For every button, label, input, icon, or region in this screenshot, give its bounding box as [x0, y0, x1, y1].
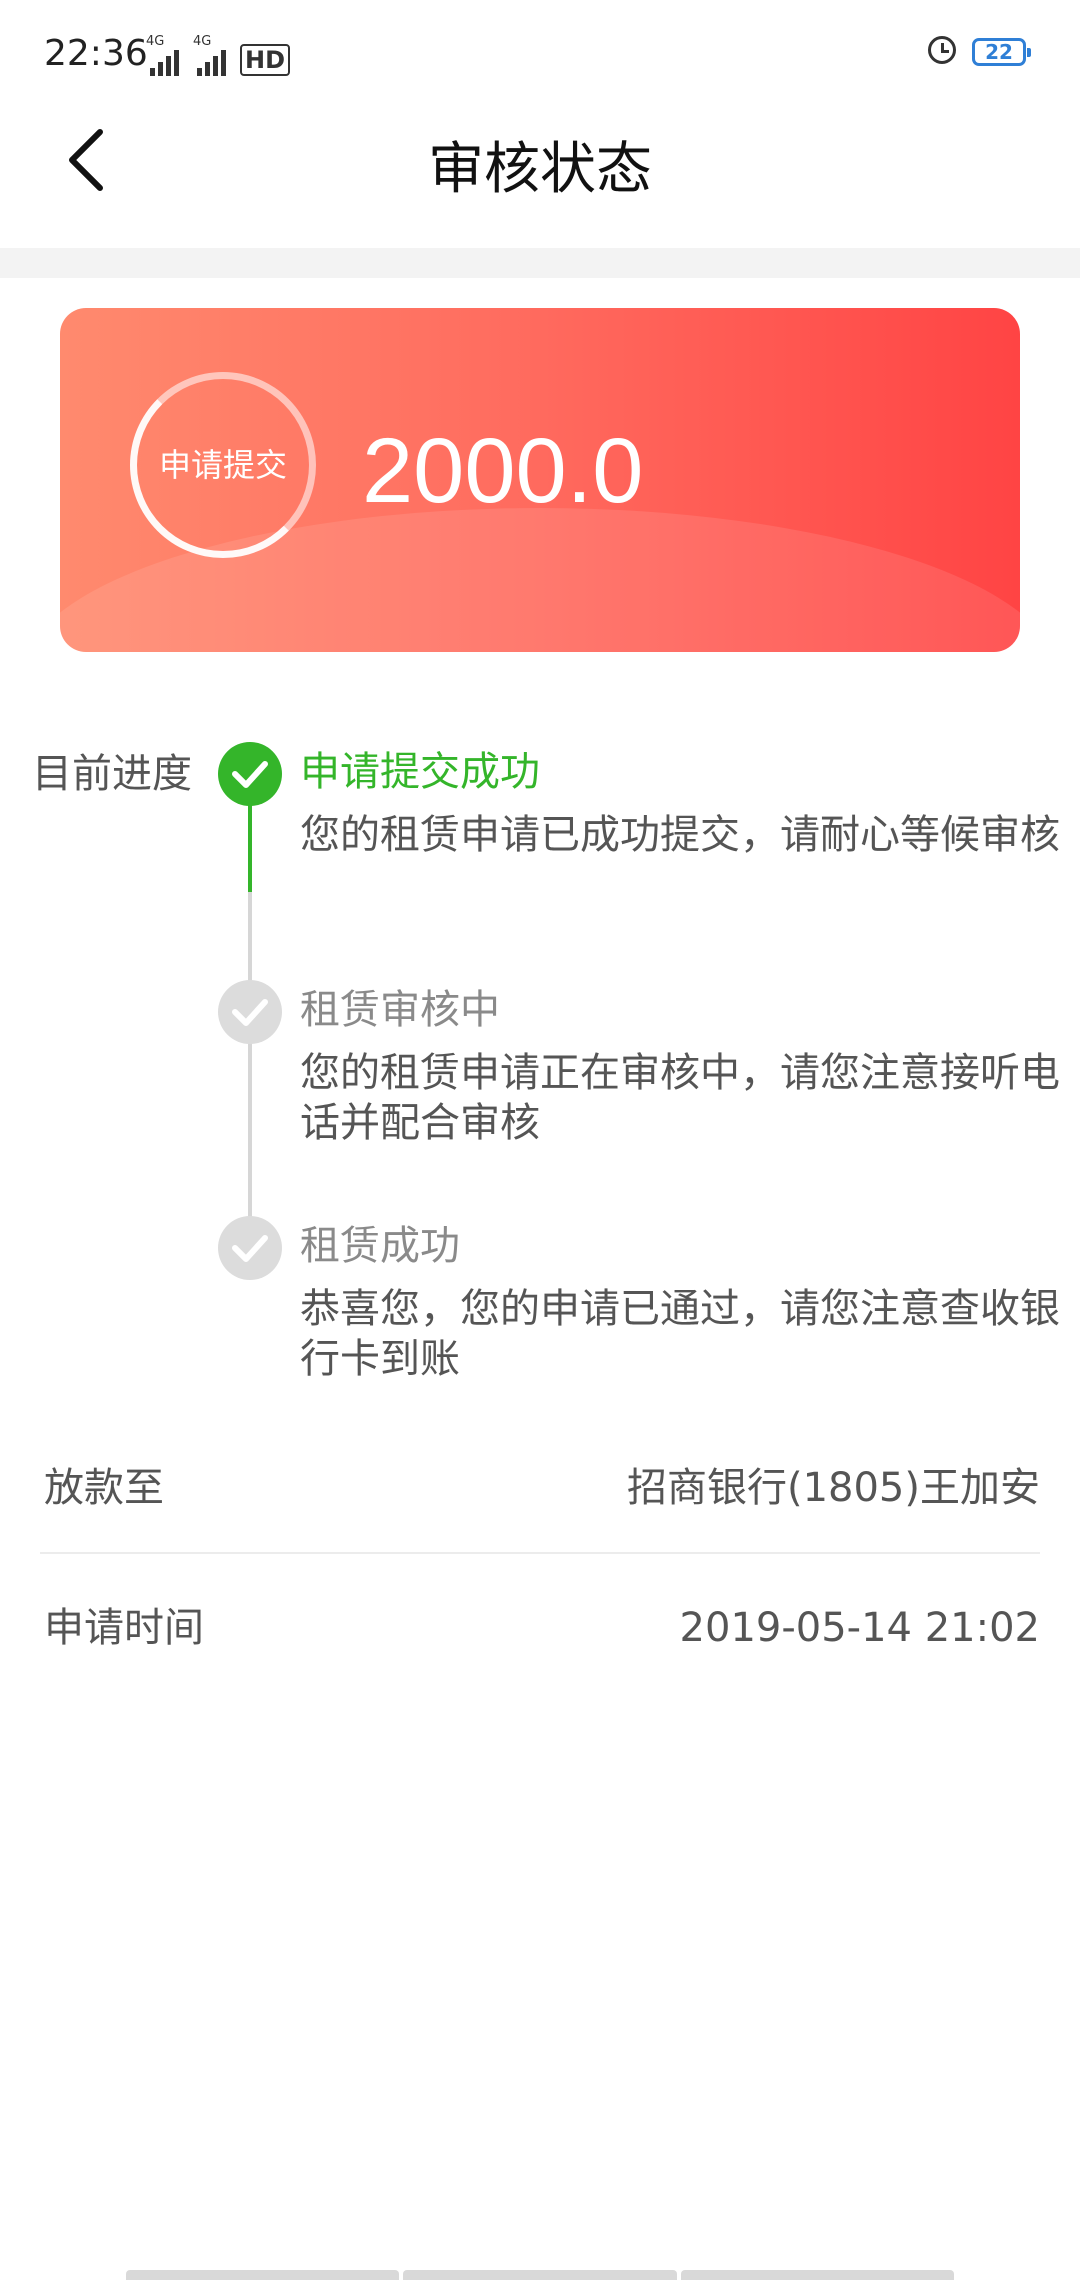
divider — [40, 1552, 1040, 1554]
payout-row: 放款至 招商银行(1805)王加安 — [40, 1440, 1040, 1536]
check-circle-icon — [218, 742, 282, 806]
step-title: 租赁审核中 — [300, 987, 500, 1033]
step-title: 租赁成功 — [300, 1223, 460, 1269]
step-description: 您的租赁申请已成功提交，请耐心等候审核 — [300, 812, 1060, 858]
battery-icon: 22 — [972, 38, 1031, 66]
section-separator — [0, 248, 1080, 278]
amount-card: 申请提交 2000.0 — [60, 308, 1020, 652]
status-bar: 22:36 4G 4G HD 22 — [0, 0, 1080, 110]
payout-label: 放款至 — [44, 1465, 164, 1511]
apply-time-row: 申请时间 2019-05-14 21:02 — [40, 1580, 1040, 1676]
check-circle-icon — [218, 1216, 282, 1280]
page-title: 审核状态 — [428, 137, 652, 202]
home-indicator[interactable] — [126, 2270, 954, 2280]
step-description: 您的租赁申请正在审核中，请您注意接听电 话并配合审核 — [300, 1050, 1060, 1146]
check-circle-icon — [218, 980, 282, 1044]
timeline-line-pending — [248, 892, 252, 1232]
progress-label: 目前进度 — [32, 751, 192, 797]
network-type-label: 4G — [146, 34, 165, 49]
apply-time-value: 2019-05-14 21:02 — [679, 1605, 1040, 1651]
signal-icon: 4G — [193, 34, 226, 76]
amount-value: 2000.0 — [362, 420, 644, 522]
status-time: 22:36 — [44, 33, 148, 74]
payout-value: 招商银行(1805)王加安 — [626, 1465, 1040, 1511]
network-type-label: 4G — [193, 34, 212, 49]
alarm-icon — [928, 36, 956, 64]
hd-icon: HD — [240, 44, 291, 76]
step-title: 申请提交成功 — [300, 749, 540, 795]
nav-bar: 审核状态 — [0, 110, 1080, 246]
apply-time-label: 申请时间 — [44, 1605, 204, 1651]
signal-icon: 4G — [146, 34, 179, 76]
status-ring-label: 申请提交 — [158, 446, 287, 484]
step-description: 恭喜您，您的申请已通过，请您注意查收银 行卡到账 — [300, 1286, 1060, 1382]
status-icons: 4G 4G HD — [146, 32, 291, 76]
